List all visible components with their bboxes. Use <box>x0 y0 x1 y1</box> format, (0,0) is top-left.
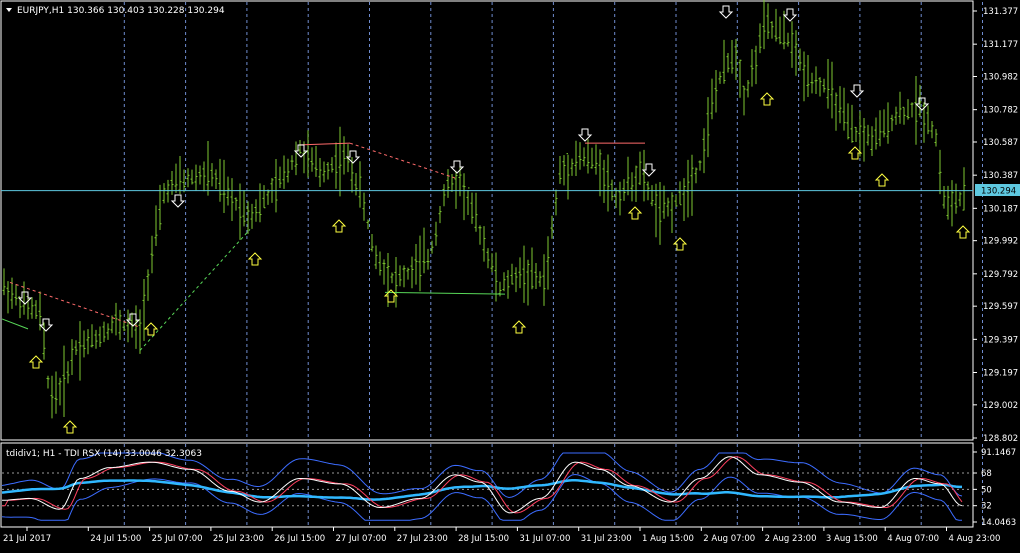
price-tick-label: 129.992 <box>983 237 1018 247</box>
indicator-tick-label: 68 <box>981 469 992 479</box>
indicator-tick-label: 91.1467 <box>981 448 1016 458</box>
chart-background <box>0 0 1020 549</box>
time-tick-label: 25 Jul 07:00 <box>152 534 203 544</box>
price-tick-label: 129.197 <box>983 368 1018 378</box>
price-tick-label: 130.982 <box>983 73 1018 83</box>
price-tick-label: 129.397 <box>983 335 1018 345</box>
time-tick-label: 31 Jul 23:00 <box>581 534 632 544</box>
price-tick-label: 129.002 <box>983 401 1018 411</box>
time-tick-label: 3 Aug 15:00 <box>826 534 878 544</box>
price-tick-label: 128.802 <box>983 434 1018 444</box>
price-tick-label: 129.597 <box>983 302 1018 312</box>
time-tick-label: 21 Jul 2017 <box>3 534 51 544</box>
indicator-tick-label: 50 <box>981 485 992 495</box>
price-tick-label: 131.377 <box>983 7 1018 17</box>
price-tick-label: 130.782 <box>983 106 1018 116</box>
price-tick-label: 130.587 <box>983 138 1018 148</box>
time-tick-label: 2 Aug 07:00 <box>703 534 755 544</box>
current-price-label: 130.294 <box>981 187 1016 197</box>
price-tick-label: 130.187 <box>983 204 1018 214</box>
time-tick-label: 28 Jul 15:00 <box>458 534 509 544</box>
indicator-tick-label: 14.0463 <box>981 518 1016 528</box>
time-tick-label: 27 Jul 23:00 <box>397 534 448 544</box>
time-tick-label: 1 Aug 15:00 <box>642 534 694 544</box>
trading-chart[interactable]: 131.377 131.177 130.982 130.782 130.587 130.3… <box>0 0 1020 549</box>
price-tick-label: 129.792 <box>983 270 1018 280</box>
chart-title: EURJPY,H1 130.366 130.403 130.228 130.29… <box>17 6 225 16</box>
time-tick-label: 25 Jul 23:00 <box>213 534 264 544</box>
time-tick-label: 2 Aug 23:00 <box>765 534 817 544</box>
time-tick-label: 4 Aug 23:00 <box>949 534 1001 544</box>
time-tick-label: 26 Jul 15:00 <box>274 534 325 544</box>
time-tick-label: 24 Jul 15:00 <box>90 534 141 544</box>
price-tick-label: 131.177 <box>983 40 1018 50</box>
price-tick-label: 130.387 <box>983 171 1018 181</box>
time-tick-label: 4 Aug 07:00 <box>887 534 939 544</box>
time-tick-label: 31 Jul 07:00 <box>519 534 570 544</box>
indicator-tick-label: 32 <box>981 502 992 512</box>
time-tick-label: 27 Jul 07:00 <box>336 534 387 544</box>
indicator-title: tdidiv1; H1 - TDI RSX (14) 33.0046 32.30… <box>6 449 202 459</box>
